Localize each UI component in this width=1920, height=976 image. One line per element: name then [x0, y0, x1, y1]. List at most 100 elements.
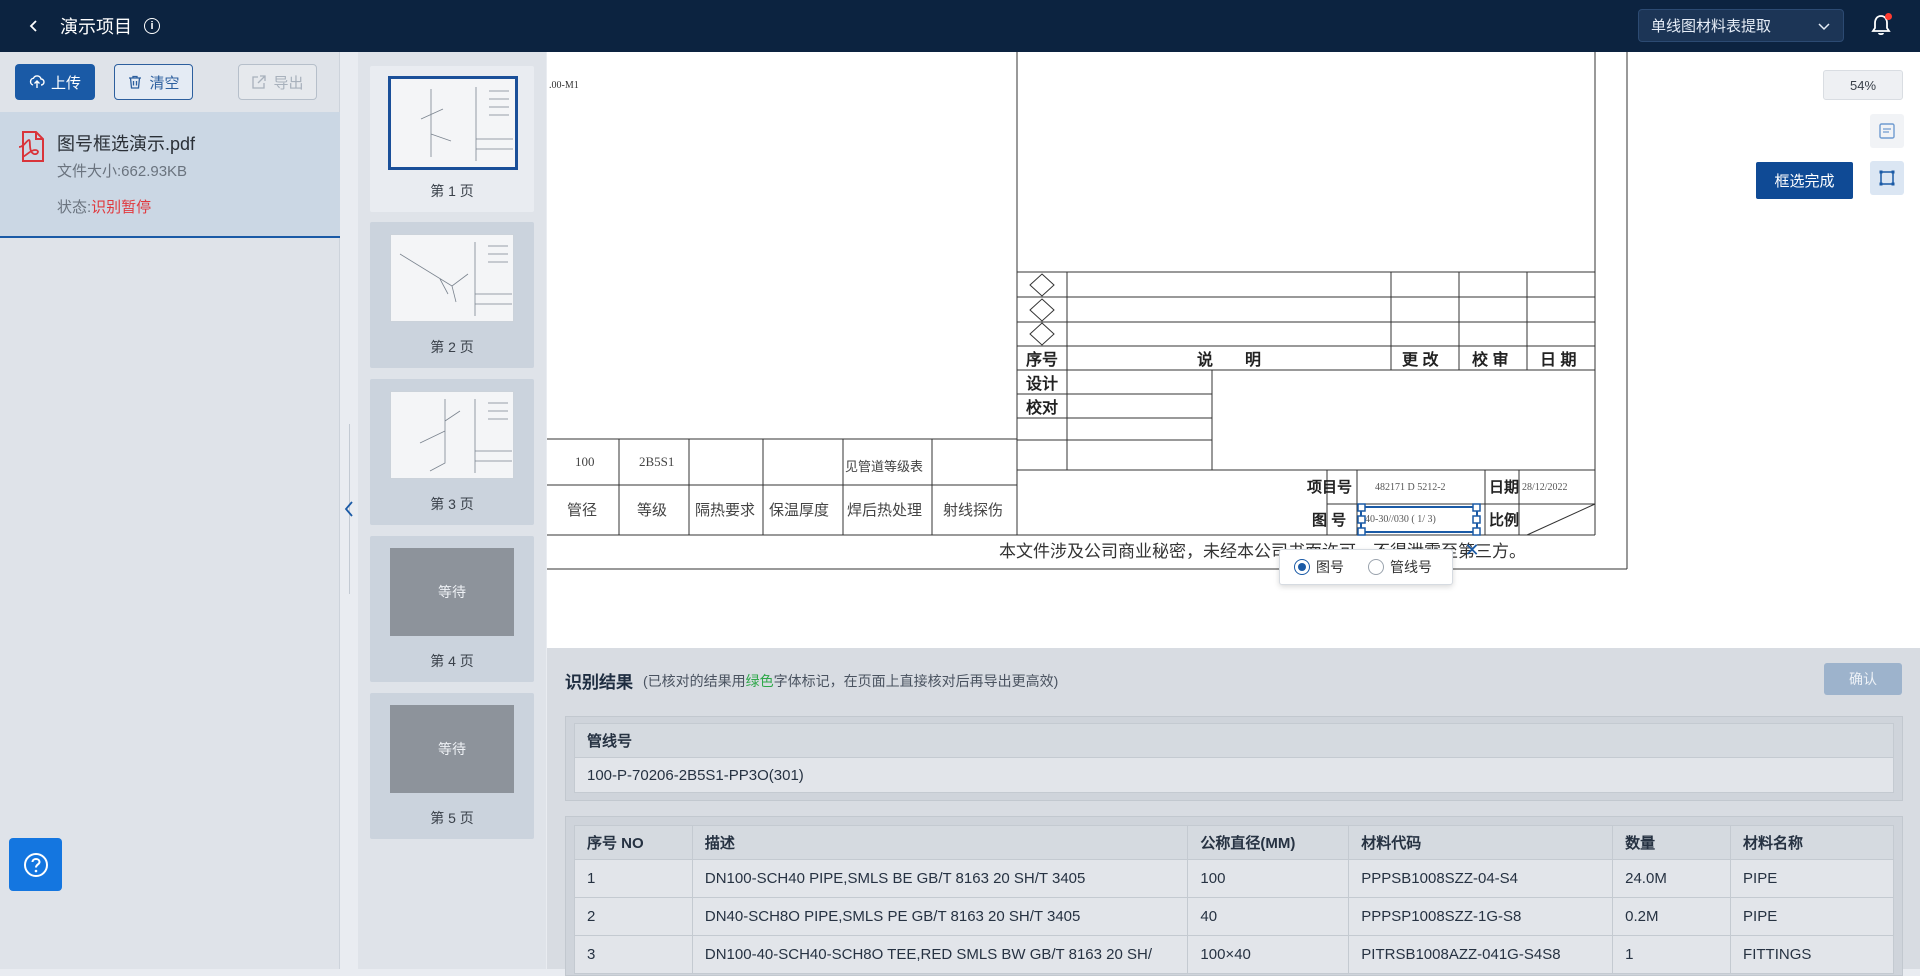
thumbnail-page-1[interactable]: 第 1 页: [370, 66, 534, 212]
selection-done-button[interactable]: 框选完成: [1756, 162, 1853, 199]
pipeline-header: 管线号: [575, 724, 1893, 758]
cell[interactable]: DN100-SCH40 PIPE,SMLS BE GB/T 8163 20 SH…: [691, 859, 1189, 898]
cell[interactable]: FITTINGS: [1730, 935, 1894, 974]
row-date: 日 期: [1540, 350, 1576, 369]
cell[interactable]: PPPSB1008SZZ-04-S4: [1348, 859, 1614, 898]
back-icon[interactable]: [22, 14, 46, 38]
page-thumbnails: 第 1 页 第 2 页 第 3 页 等待 第 4 页 等待 第 5 页: [358, 52, 546, 969]
thumbnail-page-5[interactable]: 等待 第 5 页: [370, 693, 534, 839]
cell[interactable]: 3: [574, 935, 693, 974]
status-label: 状态:: [57, 199, 92, 216]
drawing-corner-text: .00-M1: [549, 80, 579, 91]
ndt-label: 射线探伤: [943, 502, 1003, 519]
pipeline-number-section: 管线号 100-P-70206-2B5S1-PP3O(301): [565, 716, 1903, 801]
cell[interactable]: 40: [1187, 897, 1350, 936]
file-card[interactable]: 图号框选演示.pdf 文件大小:662.93KB 状态:识别暂停: [0, 112, 340, 238]
row-check: 校 审: [1472, 350, 1508, 369]
cell[interactable]: 2: [574, 897, 693, 936]
option-pipeline-number-label: 管线号: [1390, 559, 1432, 575]
table-header-row: 序号 NO 描述 公称直径(MM) 材料代码 数量 材料名称: [574, 825, 1894, 860]
table-row[interactable]: 2 DN40-SCH8O PIPE,SMLS PE GB/T 8163 20 S…: [574, 897, 1894, 936]
col-seq: 序号 NO: [574, 825, 693, 860]
upload-button[interactable]: 上传: [15, 64, 95, 100]
pdf-file-icon: [18, 131, 44, 162]
row-change: 更 改: [1402, 350, 1439, 369]
collapse-panel-toggle[interactable]: [343, 424, 355, 594]
export-label: 导出: [273, 74, 304, 92]
cell[interactable]: 100×40: [1187, 935, 1350, 974]
thickness-label: 保温厚度: [769, 502, 829, 519]
option-drawing-number-label: 图号: [1316, 559, 1344, 575]
cell[interactable]: PITRSB1008AZZ-041G-S4S8: [1348, 935, 1614, 974]
cell[interactable]: 1: [574, 859, 693, 898]
date-label: 日期: [1489, 478, 1519, 496]
row-design: 设计: [1026, 374, 1058, 393]
material-table: 序号 NO 描述 公称直径(MM) 材料代码 数量 材料名称 1 DN100-S…: [574, 825, 1894, 974]
pipeline-value[interactable]: 100-P-70206-2B5S1-PP3O(301): [575, 758, 1893, 792]
dwg-label: 图 号: [1312, 512, 1346, 529]
export-button[interactable]: 导出: [238, 64, 317, 100]
chevron-down-icon: [1818, 22, 1830, 30]
thumbnail-label: 第 4 页: [430, 653, 474, 669]
hint-green: 绿色: [745, 673, 774, 689]
thumbnail-page-3[interactable]: 第 3 页: [370, 379, 534, 525]
col-diameter: 公称直径(MM): [1187, 825, 1350, 860]
col-qty: 数量: [1612, 825, 1732, 860]
row-proof: 校对: [1026, 398, 1058, 417]
pwht-label: 焊后热处理: [847, 502, 922, 519]
file-size: 文件大小:662.93KB: [57, 163, 188, 180]
results-title: 识别结果: [565, 673, 633, 692]
pipe-size-label: 管径: [567, 502, 597, 519]
pipe-size-value: 100: [575, 454, 595, 469]
info-icon[interactable]: i: [144, 18, 160, 34]
drawing-preview-icon: [420, 87, 513, 161]
waiting-text: 等待: [438, 741, 466, 757]
pipe-std-note: 见管道等级表: [845, 459, 923, 474]
table-row[interactable]: 3 DN100-40-SCH40-SCH8O TEE,RED SMLS BW G…: [574, 935, 1894, 974]
project-title: 演示项目: [60, 17, 132, 37]
material-table-section: 序号 NO 描述 公称直径(MM) 材料代码 数量 材料名称 1 DN100-S…: [565, 816, 1903, 976]
top-bar: 演示项目 i 单线图材料表提取: [0, 0, 1920, 52]
thumbnail-page-2[interactable]: 第 2 页: [370, 222, 534, 368]
cell[interactable]: DN100-40-SCH40-SCH8O TEE,RED SMLS BW GB/…: [691, 935, 1189, 974]
upload-label: 上传: [50, 74, 81, 92]
pipe-grade-label: 等级: [637, 501, 667, 519]
cell[interactable]: 100: [1187, 859, 1350, 898]
file-toolbar: 上传 清空 导出: [0, 52, 339, 112]
table-row[interactable]: 1 DN100-SCH40 PIPE,SMLS BE GB/T 8163 20 …: [574, 859, 1894, 898]
status-value: 识别暂停: [91, 199, 152, 216]
thumbnail-label: 第 5 页: [430, 810, 474, 826]
proj-value: 482171 D 5212-2: [1375, 482, 1446, 493]
mode-select-value: 单线图材料表提取: [1651, 18, 1772, 35]
cell[interactable]: DN40-SCH8O PIPE,SMLS PE GB/T 8163 20 SH/…: [691, 897, 1189, 936]
thumbnail-page-4[interactable]: 等待 第 4 页: [370, 536, 534, 682]
file-status: 状态:识别暂停: [57, 196, 151, 217]
box-select-tool-button[interactable]: [1870, 161, 1904, 195]
engineering-drawing: .00-M1 序号 说 明 更 改 校 审 日 期 设计 校对 项目号 日期 图…: [547, 52, 1628, 570]
close-selection-icon[interactable]: ✕: [1462, 540, 1482, 560]
cell[interactable]: PIPE: [1730, 897, 1894, 936]
results-panel: 识别结果 (已核对的结果用绿色字体标记，在页面上直接核对后再导出更高效) 确认 …: [547, 648, 1920, 976]
option-drawing-number[interactable]: 图号: [1294, 557, 1344, 577]
row-desc: 说 明: [1197, 350, 1261, 369]
confirm-button[interactable]: 确认: [1824, 663, 1902, 695]
document-viewer[interactable]: .00-M1 序号 说 明 更 改 校 审 日 期 设计 校对 项目号 日期 图…: [547, 52, 1920, 648]
cell[interactable]: 1: [1612, 935, 1732, 974]
help-button[interactable]: [9, 838, 62, 891]
mode-select[interactable]: 单线图材料表提取: [1638, 9, 1844, 42]
pipe-grade-value: 2B5S1: [639, 454, 674, 469]
comment-icon: [1879, 123, 1895, 139]
view-tool-button[interactable]: [1870, 114, 1904, 148]
notification-bell-icon[interactable]: [1870, 13, 1892, 37]
radio-selected: [1294, 559, 1310, 575]
clear-button[interactable]: 清空: [114, 64, 193, 100]
cell[interactable]: PIPE: [1730, 859, 1894, 898]
thumbnail-label: 第 1 页: [430, 183, 474, 199]
clear-label: 清空: [149, 74, 180, 92]
crop-select-icon: [1879, 170, 1895, 186]
option-pipeline-number[interactable]: 管线号: [1368, 557, 1432, 577]
zoom-level[interactable]: 54%: [1823, 70, 1903, 100]
cell[interactable]: PPPSP1008SZZ-1G-S8: [1348, 897, 1614, 936]
cell[interactable]: 0.2M: [1612, 897, 1732, 936]
cell[interactable]: 24.0M: [1612, 859, 1732, 898]
